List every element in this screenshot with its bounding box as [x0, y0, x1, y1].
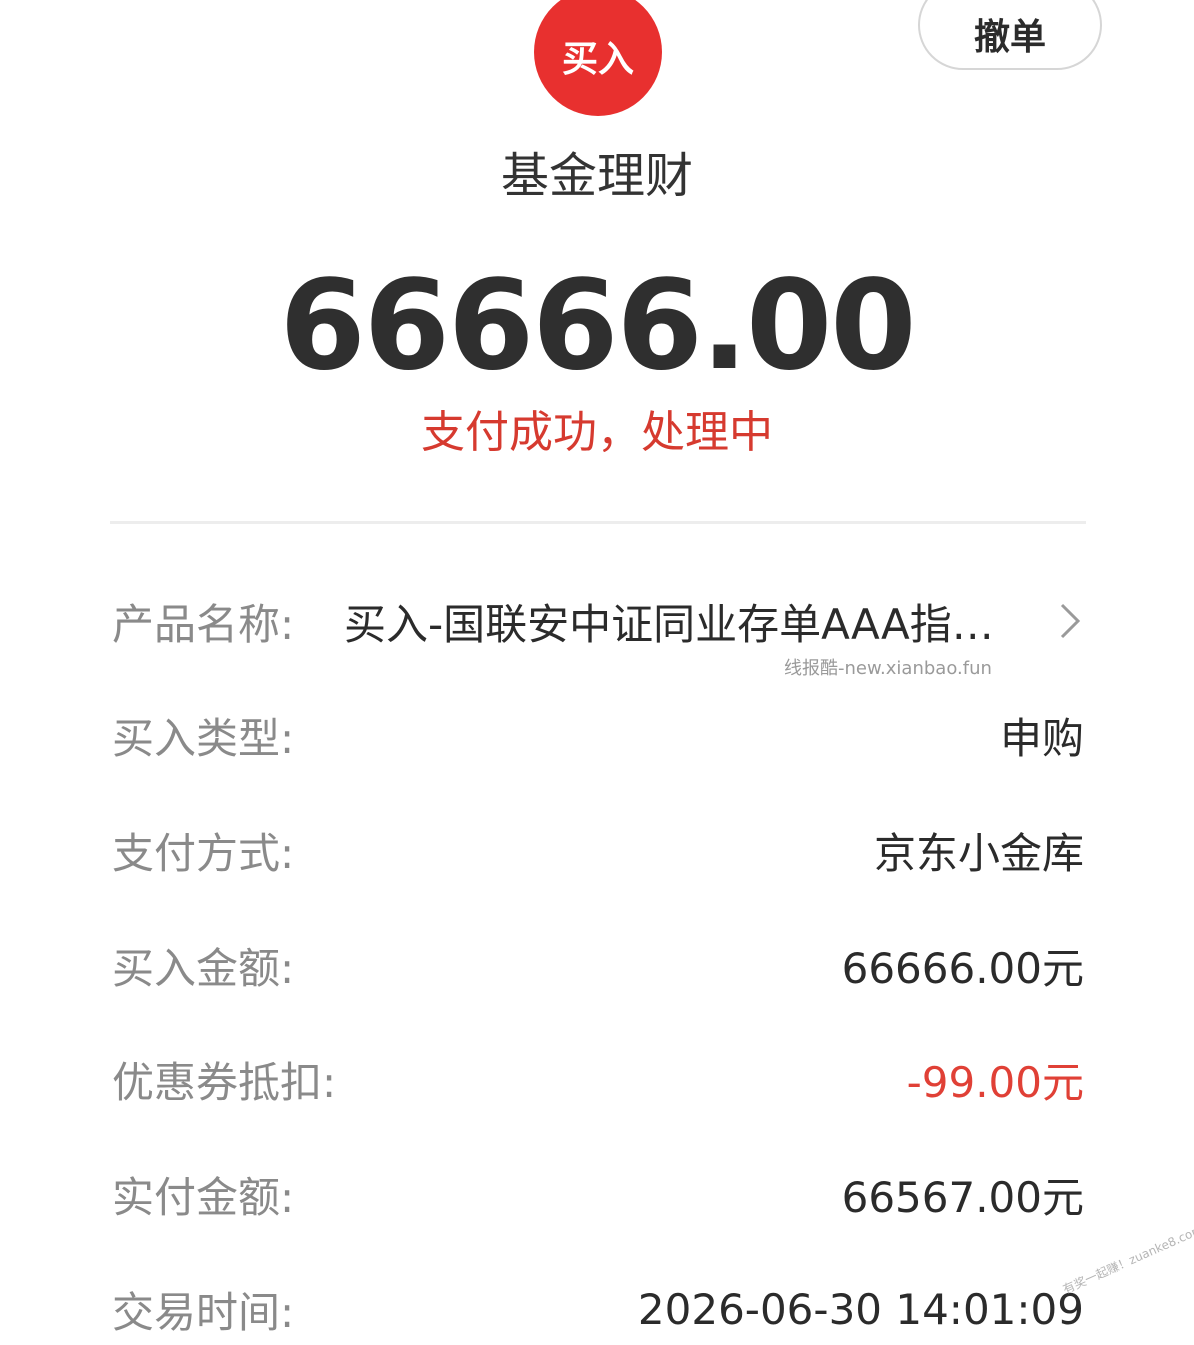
detail-row-buy-type: 买入类型: 申购 [112, 700, 1084, 770]
paid-amount-label: 实付金额: [112, 1172, 295, 1222]
watermark-secondary: 有奖一起赚！zuanke8.com [1060, 1222, 1194, 1297]
trade-time-value: 2026-06-30 14:01:09 [637, 1284, 1084, 1334]
trade-detail-page: 买入 撤单 基金理财 66666.00 支付成功，处理中 产品名称: 买入-国联… [0, 0, 1194, 1345]
detail-row-paid: 实付金额: 66567.00元 [112, 1159, 1084, 1229]
coupon-label: 优惠券抵扣: [112, 1057, 337, 1107]
detail-row-coupon: 优惠券抵扣: -99.00元 [112, 1044, 1084, 1114]
detail-row-buy-amount: 买入金额: 66666.00元 [112, 930, 1084, 1000]
buy-amount-value: 66666.00元 [841, 943, 1084, 993]
trade-amount: 66666.00 [279, 254, 916, 398]
detail-row-payment: 支付方式: 京东小金库 [112, 815, 1084, 885]
buy-badge: 买入 [534, 0, 662, 116]
paid-amount-value: 66567.00元 [841, 1172, 1084, 1222]
detail-row-time: 交易时间: 2026-06-30 14:01:09 [112, 1274, 1084, 1344]
cancel-order-button[interactable]: 撤单 [918, 0, 1102, 70]
coupon-value: -99.00元 [906, 1057, 1084, 1107]
buy-type-label: 买入类型: [112, 713, 295, 763]
buy-amount-label: 买入金额: [112, 943, 295, 993]
buy-type-value: 申购 [999, 713, 1084, 763]
watermark-text: 线报酷-new.xianbao.fun [784, 658, 992, 679]
payment-method-value: 京东小金库 [873, 828, 1084, 878]
buy-badge-label: 买入 [561, 39, 634, 80]
product-name-value[interactable]: 买入-国联安中证同业存单AAA指数7天持有期 [344, 591, 1084, 652]
payment-status: 支付成功，处理中 [421, 407, 773, 458]
detail-row-product[interactable]: 产品名称: 买入-国联安中证同业存单AAA指数7天持有期 [112, 586, 1084, 656]
product-name-text: 买入-国联安中证同业存单AAA指数7天持有期 [344, 599, 1034, 649]
chevron-right-icon[interactable] [1056, 601, 1084, 641]
product-name-label: 产品名称: [112, 599, 295, 649]
payment-method-label: 支付方式: [112, 828, 295, 878]
product-category: 基金理财 [500, 148, 693, 204]
cancel-order-label: 撤单 [973, 17, 1046, 58]
trade-time-label: 交易时间: [112, 1287, 295, 1337]
divider [110, 521, 1086, 524]
